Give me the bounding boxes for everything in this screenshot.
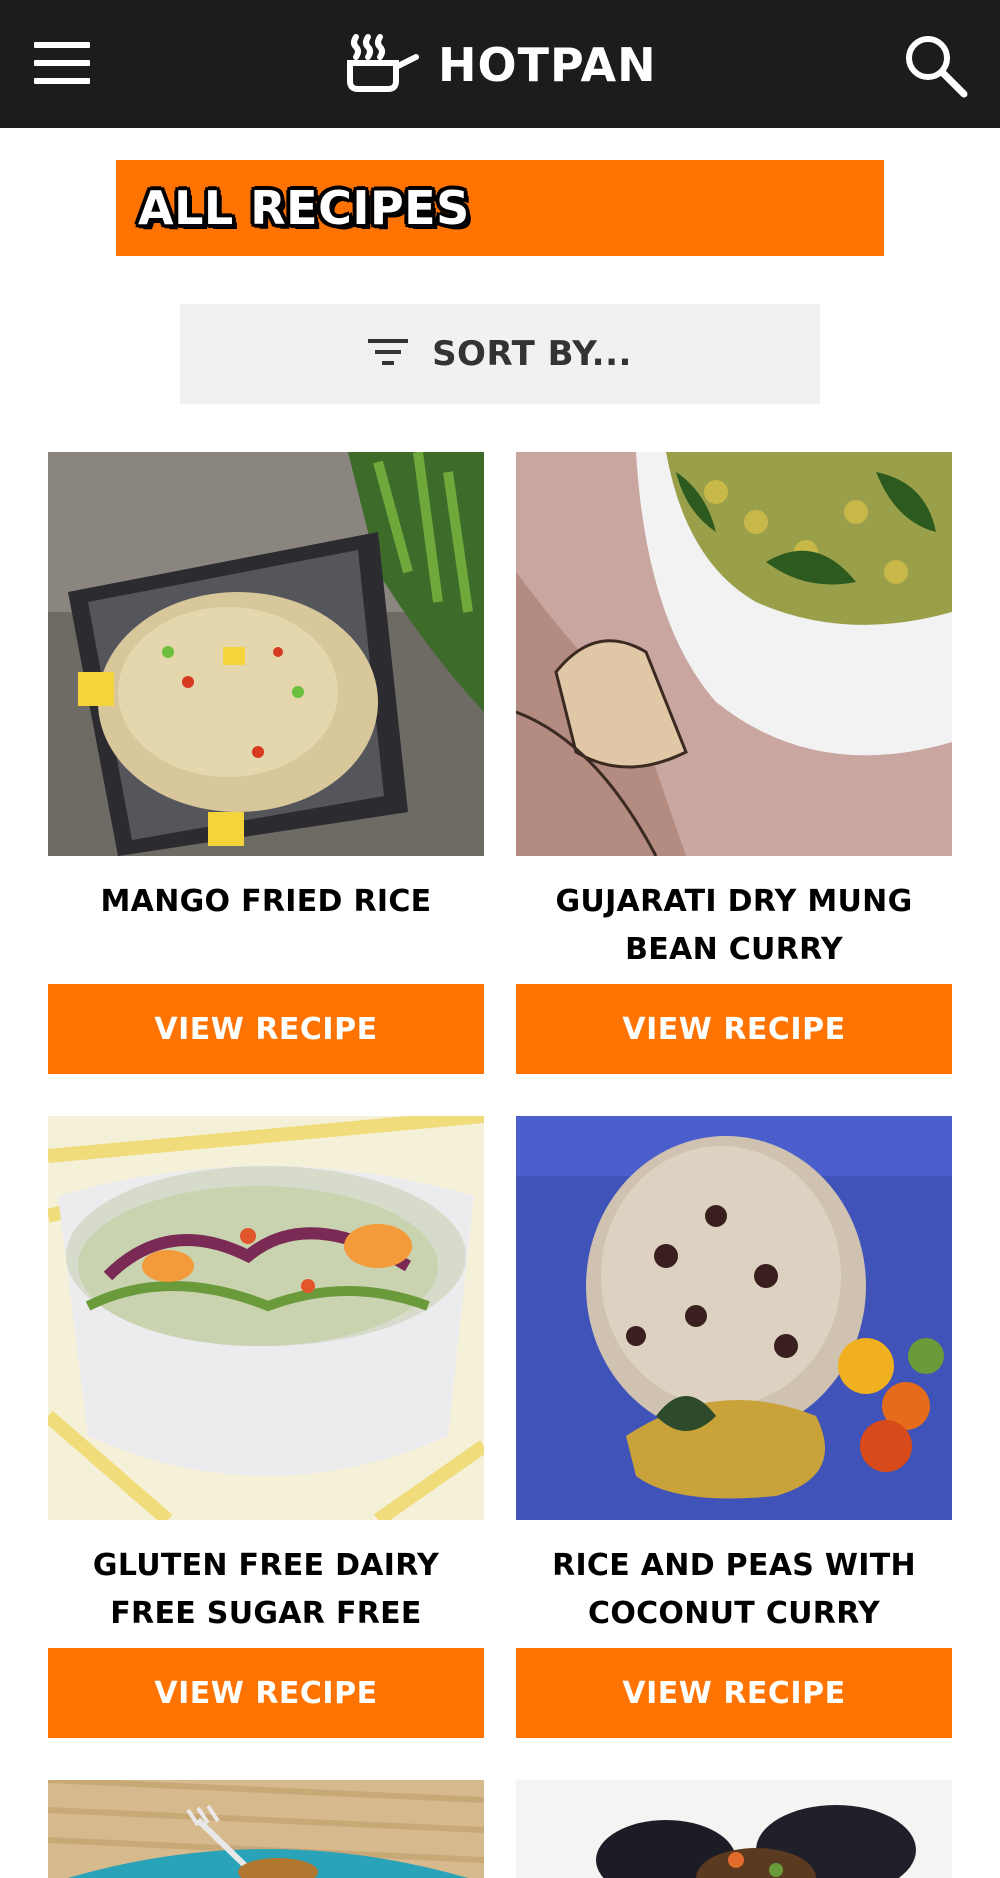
recipe-title: GUJARATI DRY MUNG BEAN CURRY [555,884,913,967]
view-recipe-button[interactable]: VIEW RECIPE [48,1648,484,1738]
sort-by-button[interactable]: SORT BY... [180,304,820,404]
steaming-pot-icon [346,33,422,98]
filter-lines-icon [368,337,409,372]
view-recipe-button[interactable]: VIEW RECIPE [516,984,952,1074]
page-title: ALL RECIPES [138,181,470,235]
search-icon[interactable] [900,30,970,100]
recipe-card: GUJARATI DRY MUNG BEAN CURRY VIEW RECIPE [516,452,952,1074]
recipe-image[interactable] [48,452,484,856]
recipe-title: RICE AND PEAS WITH COCONUT CURRY [552,1548,916,1631]
recipe-image[interactable] [516,1116,952,1520]
recipe-title: MANGO FRIED RICE [100,884,432,919]
recipe-card [516,1780,952,1878]
recipe-card [48,1780,484,1878]
brand-logo[interactable]: HOTPAN [346,30,657,100]
recipe-image[interactable] [48,1116,484,1520]
recipe-card: MANGO FRIED RICE VIEW RECIPE [48,452,484,1074]
view-recipe-button[interactable]: VIEW RECIPE [48,984,484,1074]
top-navigation-bar: HOTPAN [0,0,1000,128]
brand-name: HOTPAN [438,38,657,92]
view-recipe-button[interactable]: VIEW RECIPE [516,1648,952,1738]
sort-by-label: SORT BY... [432,334,632,374]
recipe-card: GLUTEN FREE DAIRY FREE SUGAR FREE VIEW R… [48,1116,484,1738]
recipe-card: RICE AND PEAS WITH COCONUT CURRY VIEW RE… [516,1116,952,1738]
recipe-image[interactable] [48,1780,484,1878]
recipe-title: GLUTEN FREE DAIRY FREE SUGAR FREE [92,1548,440,1631]
page-title-banner: ALL RECIPES [116,160,884,256]
recipe-image[interactable] [516,1780,952,1878]
hamburger-menu-icon[interactable] [30,38,94,90]
recipe-image[interactable] [516,452,952,856]
